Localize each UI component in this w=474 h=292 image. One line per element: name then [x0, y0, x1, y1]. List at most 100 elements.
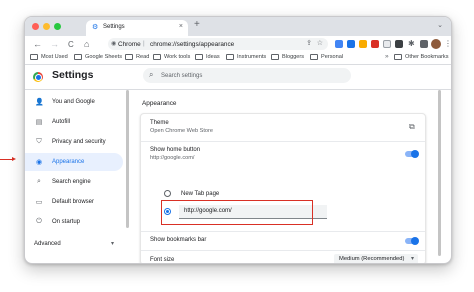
power-icon: ⏻: [36, 218, 42, 225]
sidebar-scrollbar[interactable]: [126, 90, 129, 228]
sidebar-advanced[interactable]: Advanced: [34, 241, 61, 247]
folder-icon: [195, 54, 203, 60]
chevron-down-icon[interactable]: ▾: [111, 240, 114, 247]
home-button[interactable]: ⌂: [84, 39, 89, 49]
close-window-button[interactable]: [32, 23, 39, 30]
radio-new-tab[interactable]: [164, 190, 171, 197]
sidebar-item-appearance[interactable]: ◉ Appearance: [25, 153, 123, 171]
bookmark-item[interactable]: Read: [125, 54, 149, 60]
menu-icon[interactable]: ⋮: [444, 39, 451, 48]
back-button[interactable]: ←: [33, 39, 42, 49]
toolbar: ← → C ⌂ ◉ Chrome | chrome://settings/app…: [25, 36, 451, 53]
omnibox-separator: |: [143, 40, 145, 47]
font-size-select[interactable]: Medium (Recommended) ▾: [334, 254, 418, 263]
sidebar-item-default-browser[interactable]: ▭ Default browser: [25, 193, 123, 211]
divider: [141, 231, 425, 232]
settings-sidebar: 👤 You and Google ▤ Autofill ⛉ Privacy an…: [25, 90, 125, 263]
sidebar-item-label: On startup: [52, 219, 81, 225]
tab-search-chevron-icon[interactable]: ⌄: [437, 21, 443, 29]
reload-button[interactable]: C: [68, 40, 74, 49]
avatar[interactable]: [431, 39, 441, 49]
sidebar-item-you-and-google[interactable]: 👤 You and Google: [25, 93, 123, 111]
chevron-down-icon: ▾: [410, 256, 414, 262]
divider: [141, 250, 425, 251]
bookmark-item[interactable]: Ideas: [195, 54, 220, 60]
bookmark-item[interactable]: Instruments: [226, 54, 266, 60]
bookmark-item[interactable]: Personal: [310, 54, 343, 60]
search-placeholder: Search settings: [161, 72, 203, 79]
folder-icon: [153, 54, 161, 60]
sidebar-item-label: Default browser: [52, 199, 95, 205]
sidebar-item-label: Autofill: [52, 119, 71, 125]
forward-button[interactable]: →: [50, 39, 59, 49]
share-icon[interactable]: ⇪: [306, 39, 312, 47]
bookmark-item[interactable]: Most Used: [30, 54, 68, 60]
annotation-highlight-box: [161, 200, 313, 225]
tab-strip: ⚙ Settings × + ⌄: [25, 17, 451, 36]
bookmark-item[interactable]: Google Sheets: [74, 54, 122, 60]
person-icon: 👤: [35, 99, 44, 106]
extensions-puzzle-icon[interactable]: ✱: [408, 39, 415, 48]
font-size-value: Medium (Recommended): [339, 256, 405, 262]
toggle-knob: [411, 236, 419, 245]
new-tab-button[interactable]: +: [194, 19, 200, 30]
bookmark-item[interactable]: Work tools: [153, 54, 190, 60]
sidebar-item-on-startup[interactable]: ⏻ On startup: [25, 213, 123, 231]
address-bar[interactable]: ◉ Chrome | chrome://settings/appearance …: [108, 38, 328, 50]
theme-subtitle: Open Chrome Web Store: [150, 128, 214, 134]
radio-new-tab-label: New Tab page: [181, 191, 220, 197]
annotation-arrow-head: [12, 157, 16, 161]
omnibox-url: chrome://settings/appearance: [150, 40, 235, 48]
home-button-toggle[interactable]: [405, 149, 419, 158]
close-tab-icon[interactable]: ×: [179, 23, 183, 30]
chrome-logo-icon: [33, 72, 43, 82]
external-link-icon[interactable]: ⧉: [409, 122, 415, 132]
bookmarks-bar-title: Show bookmarks bar: [150, 237, 207, 243]
search-icon: ⌕: [149, 70, 154, 79]
folder-icon: [271, 54, 279, 60]
page-title: Settings: [52, 69, 94, 81]
sidebar-item-autofill[interactable]: ▤ Autofill: [25, 113, 123, 131]
sidebar-item-label: Appearance: [52, 159, 85, 165]
bookmarks-bar-toggle[interactable]: [405, 236, 419, 245]
toggle-knob: [411, 149, 419, 158]
sidebar-item-label: Privacy and security: [52, 139, 106, 145]
settings-header: Settings ⌕ Search settings: [25, 65, 451, 90]
extension-icon[interactable]: [395, 40, 403, 48]
more-bookmarks-chevron[interactable]: »: [385, 53, 389, 60]
extension-icon[interactable]: [335, 40, 343, 48]
folder-icon: [394, 54, 402, 60]
extension-icon[interactable]: [383, 40, 391, 48]
sidebar-item-label: You and Google: [52, 99, 95, 105]
maximize-window-button[interactable]: [54, 23, 61, 30]
search-icon: ⌕: [37, 178, 41, 185]
extension-icon[interactable]: [359, 40, 367, 48]
tab-title: Settings: [103, 24, 125, 30]
other-bookmarks[interactable]: Other Bookmarks: [394, 54, 449, 60]
extension-icon[interactable]: [371, 40, 379, 48]
section-title: Appearance: [142, 100, 177, 107]
folder-icon: [310, 54, 318, 60]
browser-window: ⚙ Settings × + ⌄ ← → C ⌂ ◉ Chrome | chro…: [24, 16, 452, 264]
home-button-title: Show home button: [150, 147, 201, 153]
tab-settings[interactable]: ⚙ Settings ×: [86, 20, 188, 36]
bookmark-star-icon[interactable]: ☆: [317, 39, 323, 47]
minimize-window-button[interactable]: [43, 23, 50, 30]
divider: [141, 141, 425, 142]
sidebar-item-search-engine[interactable]: ⌕ Search engine: [25, 173, 123, 191]
main-scrollbar[interactable]: [438, 90, 441, 256]
browser-icon: ▭: [35, 199, 43, 206]
sidebar-item-label: Search engine: [52, 179, 91, 185]
palette-icon: ◉: [35, 159, 43, 166]
chrome-site-icon: ◉: [111, 41, 117, 47]
sidebar-item-privacy[interactable]: ⛉ Privacy and security: [25, 133, 123, 151]
extension-icon[interactable]: [420, 40, 428, 48]
theme-title: Theme: [150, 120, 169, 126]
gear-icon: ⚙: [92, 24, 99, 31]
search-input[interactable]: ⌕ Search settings: [143, 68, 351, 83]
bookmark-item[interactable]: Bloggers: [271, 54, 304, 60]
extension-icon[interactable]: [347, 40, 355, 48]
appearance-card: Theme Open Chrome Web Store ⧉ Show home …: [140, 113, 426, 263]
font-size-title: Font size: [150, 257, 175, 263]
folder-icon: [30, 54, 38, 60]
